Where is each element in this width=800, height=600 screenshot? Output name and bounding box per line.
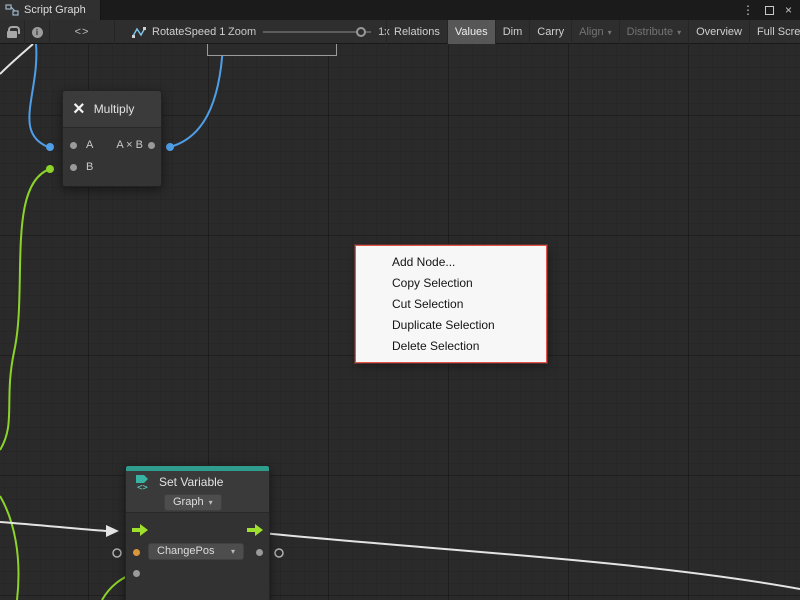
script-graph-window: Script Graph ⋮ × i <> RotateSpeed 1 Z <box>0 0 800 600</box>
breadcrumb-label: RotateSpeed 1 <box>152 26 225 38</box>
carry-button[interactable]: Carry <box>529 20 571 44</box>
menu-item-delete-selection[interactable]: Delete Selection <box>356 336 546 357</box>
info-button[interactable]: i <box>25 20 50 44</box>
scope-dropdown[interactable]: Graph ▾ <box>164 494 222 511</box>
variable-output-port[interactable] <box>256 549 263 556</box>
svg-text:<>: <> <box>137 483 148 491</box>
set-variable-header[interactable]: <> Set Variable <box>126 471 269 493</box>
menu-item-cut-selection[interactable]: Cut Selection <box>356 294 546 315</box>
graph-toolbar: i <> RotateSpeed 1 Zoom 1x Relations Val… <box>0 20 800 44</box>
dim-button[interactable]: Dim <box>495 20 530 44</box>
caret-down-icon: ▾ <box>209 496 213 509</box>
code-view-button[interactable]: <> <box>50 20 115 44</box>
port-row-b: B <box>63 156 161 178</box>
info-icon: i <box>32 27 43 38</box>
input-port-a[interactable] <box>70 142 77 149</box>
script-graph-icon <box>5 3 19 17</box>
wire-green-left <box>0 169 50 450</box>
window-menu-button[interactable]: ⋮ <box>742 4 754 16</box>
maximize-button[interactable] <box>765 6 774 15</box>
variable-scope-row: Graph ▾ <box>126 493 269 513</box>
toolbar-buttons: Relations Values Dim Carry Align ▾ Distr… <box>386 20 800 44</box>
overview-button[interactable]: Overview <box>688 20 749 44</box>
menu-item-copy-selection[interactable]: Copy Selection <box>356 273 546 294</box>
wire-blue-output <box>170 44 223 147</box>
relations-button[interactable]: Relations <box>386 20 447 44</box>
full-screen-button[interactable]: Full Screen <box>749 20 800 44</box>
zoom-control: Zoom 1x <box>228 20 390 44</box>
wire-end-dot-blue[interactable] <box>46 143 54 151</box>
graph-breadcrumb[interactable]: RotateSpeed 1 <box>132 20 225 44</box>
flow-row <box>126 519 269 541</box>
clipped-node-box <box>207 44 337 56</box>
node-set-variable[interactable]: <> Set Variable Graph ▾ <box>125 465 270 600</box>
distribute-button[interactable]: Distribute ▾ <box>619 20 688 44</box>
window-controls: ⋮ × <box>742 3 800 17</box>
zoom-label: Zoom <box>228 26 256 38</box>
wire-end-dot-blue[interactable] <box>166 143 174 151</box>
set-variable-body: ChangePos ▾ <box>126 513 269 600</box>
wire-white-left <box>0 522 106 531</box>
node-title: Multiply <box>94 102 135 116</box>
wire-white-right <box>263 533 800 589</box>
menu-item-add-node[interactable]: Add Node... <box>356 252 546 273</box>
title-bar: Script Graph ⋮ × <box>0 0 800 20</box>
wire-white-top-left <box>0 44 33 74</box>
caret-down-icon: ▾ <box>677 28 681 37</box>
close-button[interactable]: × <box>785 3 792 17</box>
context-menu: Add Node... Copy Selection Cut Selection… <box>355 245 547 363</box>
wire-arrow-head[interactable] <box>106 525 119 537</box>
output-port-axb[interactable] <box>148 142 155 149</box>
wire-blue-input <box>29 44 48 147</box>
flow-input-port[interactable] <box>132 524 148 536</box>
zoom-slider-knob[interactable] <box>356 27 366 37</box>
values-button[interactable]: Values <box>447 20 495 44</box>
node-multiply[interactable]: × Multiply A A × B B <box>62 90 162 187</box>
align-button[interactable]: Align ▾ <box>571 20 618 44</box>
port-label: B <box>86 161 93 173</box>
port-label: A × B <box>116 139 143 151</box>
tab-script-graph[interactable]: Script Graph <box>0 0 101 20</box>
variable-dropdown[interactable]: ChangePos ▾ <box>148 543 244 560</box>
graph-breadcrumb-icon <box>132 26 146 39</box>
lock-button[interactable] <box>0 20 25 44</box>
variable-row: ChangePos ▾ <box>126 541 269 563</box>
multiply-icon: × <box>73 99 85 119</box>
node-title: Set Variable <box>159 475 223 489</box>
wire-end-dot-green[interactable] <box>46 165 54 173</box>
tab-label: Script Graph <box>24 4 86 16</box>
code-icon: <> <box>75 26 90 38</box>
value-input-port[interactable] <box>133 570 140 577</box>
caret-down-icon: ▾ <box>608 28 612 37</box>
zoom-slider[interactable] <box>263 31 371 33</box>
menu-item-duplicate-selection[interactable]: Duplicate Selection <box>356 315 546 336</box>
port-label: A <box>86 139 93 151</box>
multiply-node-body: A A × B B <box>63 128 161 186</box>
lock-icon <box>7 31 17 38</box>
caret-down-icon: ▾ <box>231 545 235 558</box>
value-row <box>126 563 269 583</box>
flow-output-port[interactable] <box>247 524 263 536</box>
port-circle-right[interactable] <box>275 549 283 557</box>
multiply-node-header[interactable]: × Multiply <box>63 91 161 128</box>
input-port-b[interactable] <box>70 164 77 171</box>
variable-input-port[interactable] <box>133 549 140 556</box>
set-variable-icon: <> <box>134 474 152 491</box>
port-row-a: A A × B <box>63 134 161 156</box>
wire-green-bottom-corner <box>0 496 18 600</box>
port-circle-left[interactable] <box>113 549 121 557</box>
